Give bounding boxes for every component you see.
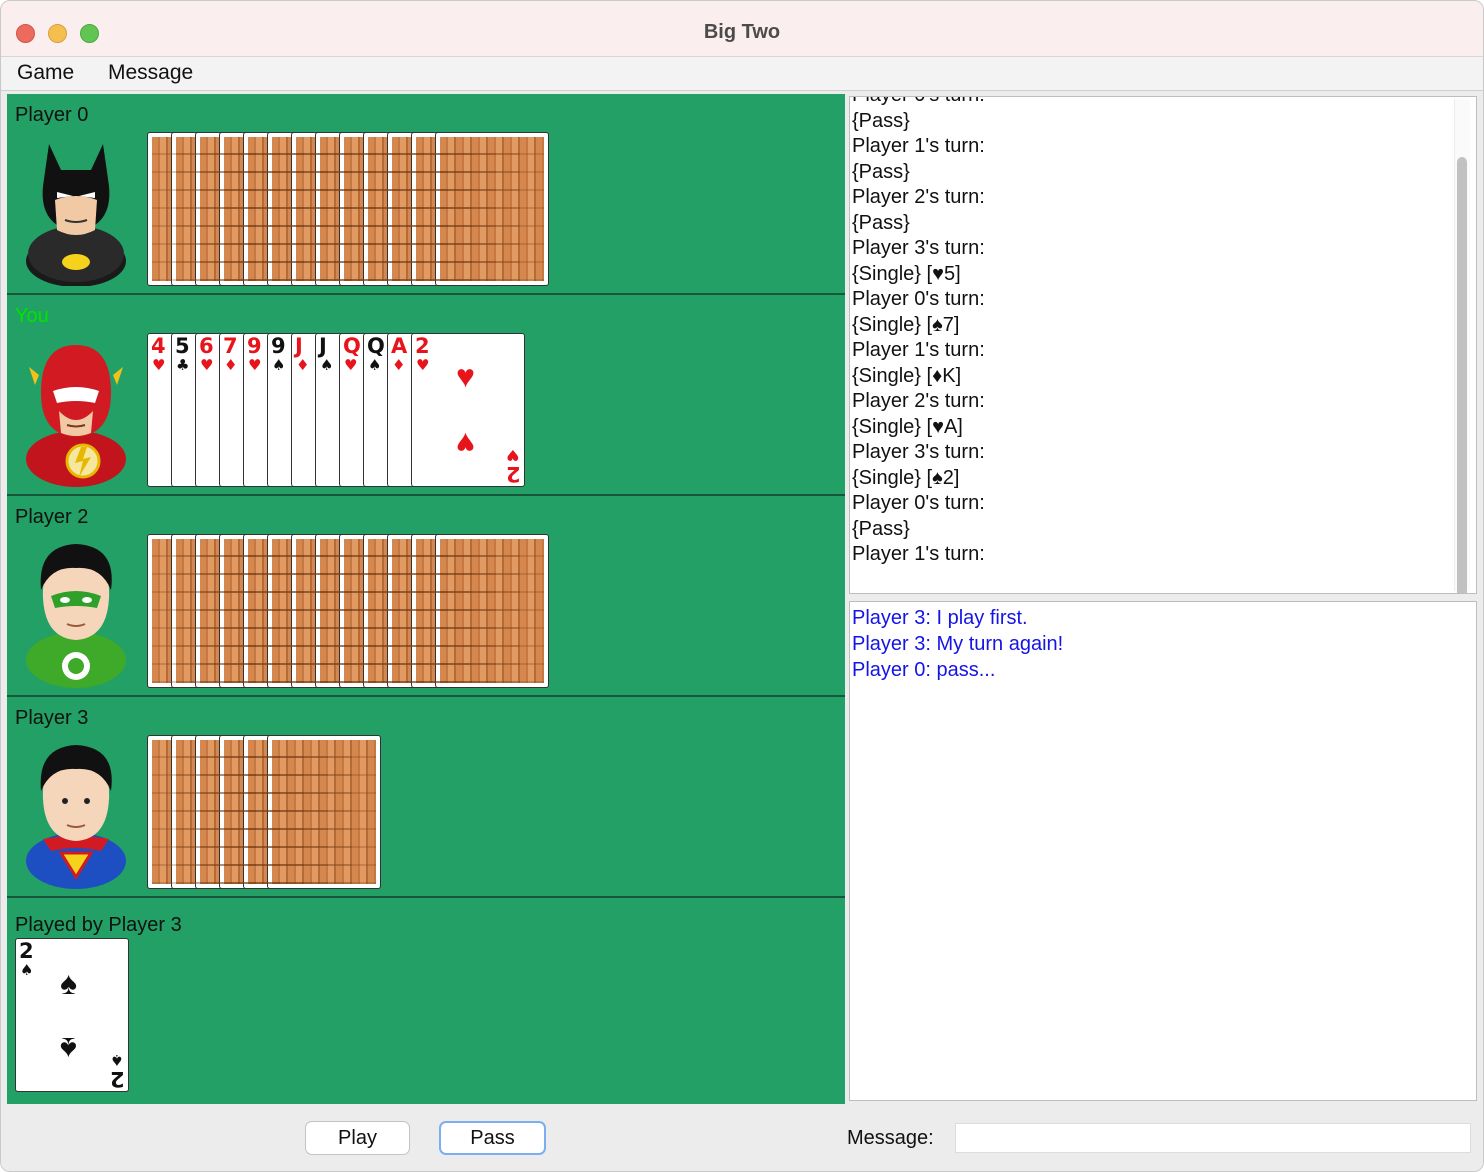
log-line: Player 2's turn: (852, 186, 985, 208)
log-line: Player 1's turn: (852, 543, 985, 565)
card-corner: J ♦ (295, 334, 310, 374)
log-line: {Single} [♦K] (852, 364, 962, 387)
log-line: Player 2's turn: (852, 390, 985, 412)
batman-avatar-icon (26, 144, 126, 286)
game-log-panel[interactable]: Player 0's turn:{Pass}Player 1's turn:{P… (849, 96, 1477, 594)
log-line: Player 0's turn: (852, 492, 985, 514)
log-line: Player 0's turn: (852, 97, 985, 109)
log-line: {Single} [♥5] (852, 262, 961, 285)
player-name: Player 0 (15, 104, 89, 126)
card-corner: 9 ♠ (271, 334, 286, 374)
message-input[interactable] (955, 1123, 1471, 1153)
player-0-section: Player 0 (7, 94, 845, 295)
card-corner: 9 ♥ (247, 334, 262, 374)
card-corner: 4 ♥ (151, 334, 166, 374)
log-line: Player 3's turn: (852, 237, 985, 259)
app-window: Big Two Game Message Player 0 You 4 ♥ 5 … (0, 0, 1484, 1172)
chat-line: Player 3: I play first. (852, 607, 1028, 629)
log-line: {Pass} (852, 160, 910, 183)
player-2-section: Player 2 (7, 496, 845, 697)
game-log-text: Player 0's turn:{Pass}Player 1's turn:{P… (852, 97, 985, 568)
bottom-bar: Play Pass Message: (1, 1105, 1483, 1171)
game-log-scroll-thumb[interactable] (1457, 157, 1467, 593)
card-corner: 7 ♦ (223, 334, 238, 374)
log-line: Player 1's turn: (852, 339, 985, 361)
played-area: Played by Player 3 2 ♠ ♠ ♠ 2 ♠ (7, 898, 845, 1104)
log-line: {Pass} (852, 517, 910, 540)
pass-button[interactable]: Pass (439, 1121, 546, 1155)
played-card: 2 ♠ ♠ ♠ 2 ♠ (15, 938, 129, 1092)
heart-pip-icon: ♥ (456, 358, 475, 394)
log-line: Player 1's turn: (852, 135, 985, 157)
superman-avatar-icon (26, 745, 126, 889)
card-corner: 2 ♥ (415, 334, 430, 374)
card-corner: 2 ♥ (506, 446, 521, 486)
menu-message[interactable]: Message (108, 61, 193, 85)
menu-bar: Game Message (1, 57, 1483, 91)
played-label: Played by Player 3 (15, 914, 182, 936)
window-title: Big Two (703, 21, 781, 43)
message-label: Message: (847, 1127, 934, 1149)
log-line: {Pass} (852, 211, 910, 234)
log-line: {Single} [♥A] (852, 415, 963, 438)
card-back (435, 534, 549, 688)
chat-line: Player 0: pass... (852, 659, 996, 681)
card-corner: Q ♥ (343, 334, 361, 374)
chat-line: Player 3: My turn again! (852, 633, 1064, 655)
flash-avatar-icon (26, 345, 126, 487)
player-3-section: Player 3 (7, 697, 845, 898)
player-name: Player 3 (15, 707, 89, 729)
green-lantern-avatar-icon (26, 544, 126, 688)
spade-pip-icon: ♠ (60, 965, 77, 1001)
player-1-section: You 4 ♥ 5 ♣ 6 ♥ 7 ♦ 9 ♥ 9 ♠ J ♦ J ♠ Q ♥ Q ♠ A ♦ 2 ♥ ♥ ♥ 2 ♥ (7, 295, 845, 496)
card-back (267, 735, 381, 889)
play-button[interactable]: Play (305, 1121, 410, 1155)
spade-pip-icon: ♠ (60, 1031, 77, 1067)
card-corner: 5 ♣ (175, 334, 190, 374)
card-table: Player 0 You 4 ♥ 5 ♣ 6 ♥ 7 ♦ 9 ♥ 9 ♠ J ♦… (7, 94, 845, 1104)
card-corner: 2 ♠ (19, 939, 34, 979)
log-line: {Pass} (852, 109, 910, 132)
chat-text: Player 3: I play first. Player 3: My turn… (852, 605, 1063, 683)
chat-panel[interactable]: Player 3: I play first. Player 3: My turn… (849, 601, 1477, 1101)
card-corner: Q ♠ (367, 334, 385, 374)
log-line: {Single} [♠7] (852, 313, 960, 336)
card-back (435, 132, 549, 286)
player-name-you: You (15, 305, 49, 327)
log-line: Player 0's turn: (852, 288, 985, 310)
hand-card[interactable]: 2 ♥ ♥ ♥ 2 ♥ (411, 333, 525, 487)
menu-game[interactable]: Game (17, 61, 74, 85)
title-bar: Big Two (1, 1, 1483, 57)
card-corner: 6 ♥ (199, 334, 214, 374)
log-line: {Single} [♠2] (852, 466, 960, 489)
card-corner: 2 ♠ (110, 1051, 125, 1091)
heart-pip-icon: ♥ (456, 426, 475, 462)
player-name: Player 2 (15, 506, 89, 528)
log-line: Player 3's turn: (852, 441, 985, 463)
card-corner: J ♠ (319, 334, 334, 374)
card-corner: A ♦ (391, 334, 408, 374)
